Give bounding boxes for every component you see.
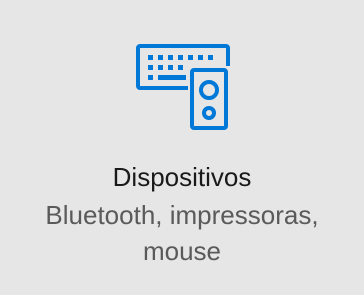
tile-subtitle: Bluetooth, impressoras, mouse: [45, 200, 319, 266]
devices-tile[interactable]: Dispositivos Bluetooth, impressoras, mou…: [0, 0, 364, 295]
tile-title: Dispositivos: [112, 162, 252, 192]
devices-icon: [132, 38, 238, 136]
